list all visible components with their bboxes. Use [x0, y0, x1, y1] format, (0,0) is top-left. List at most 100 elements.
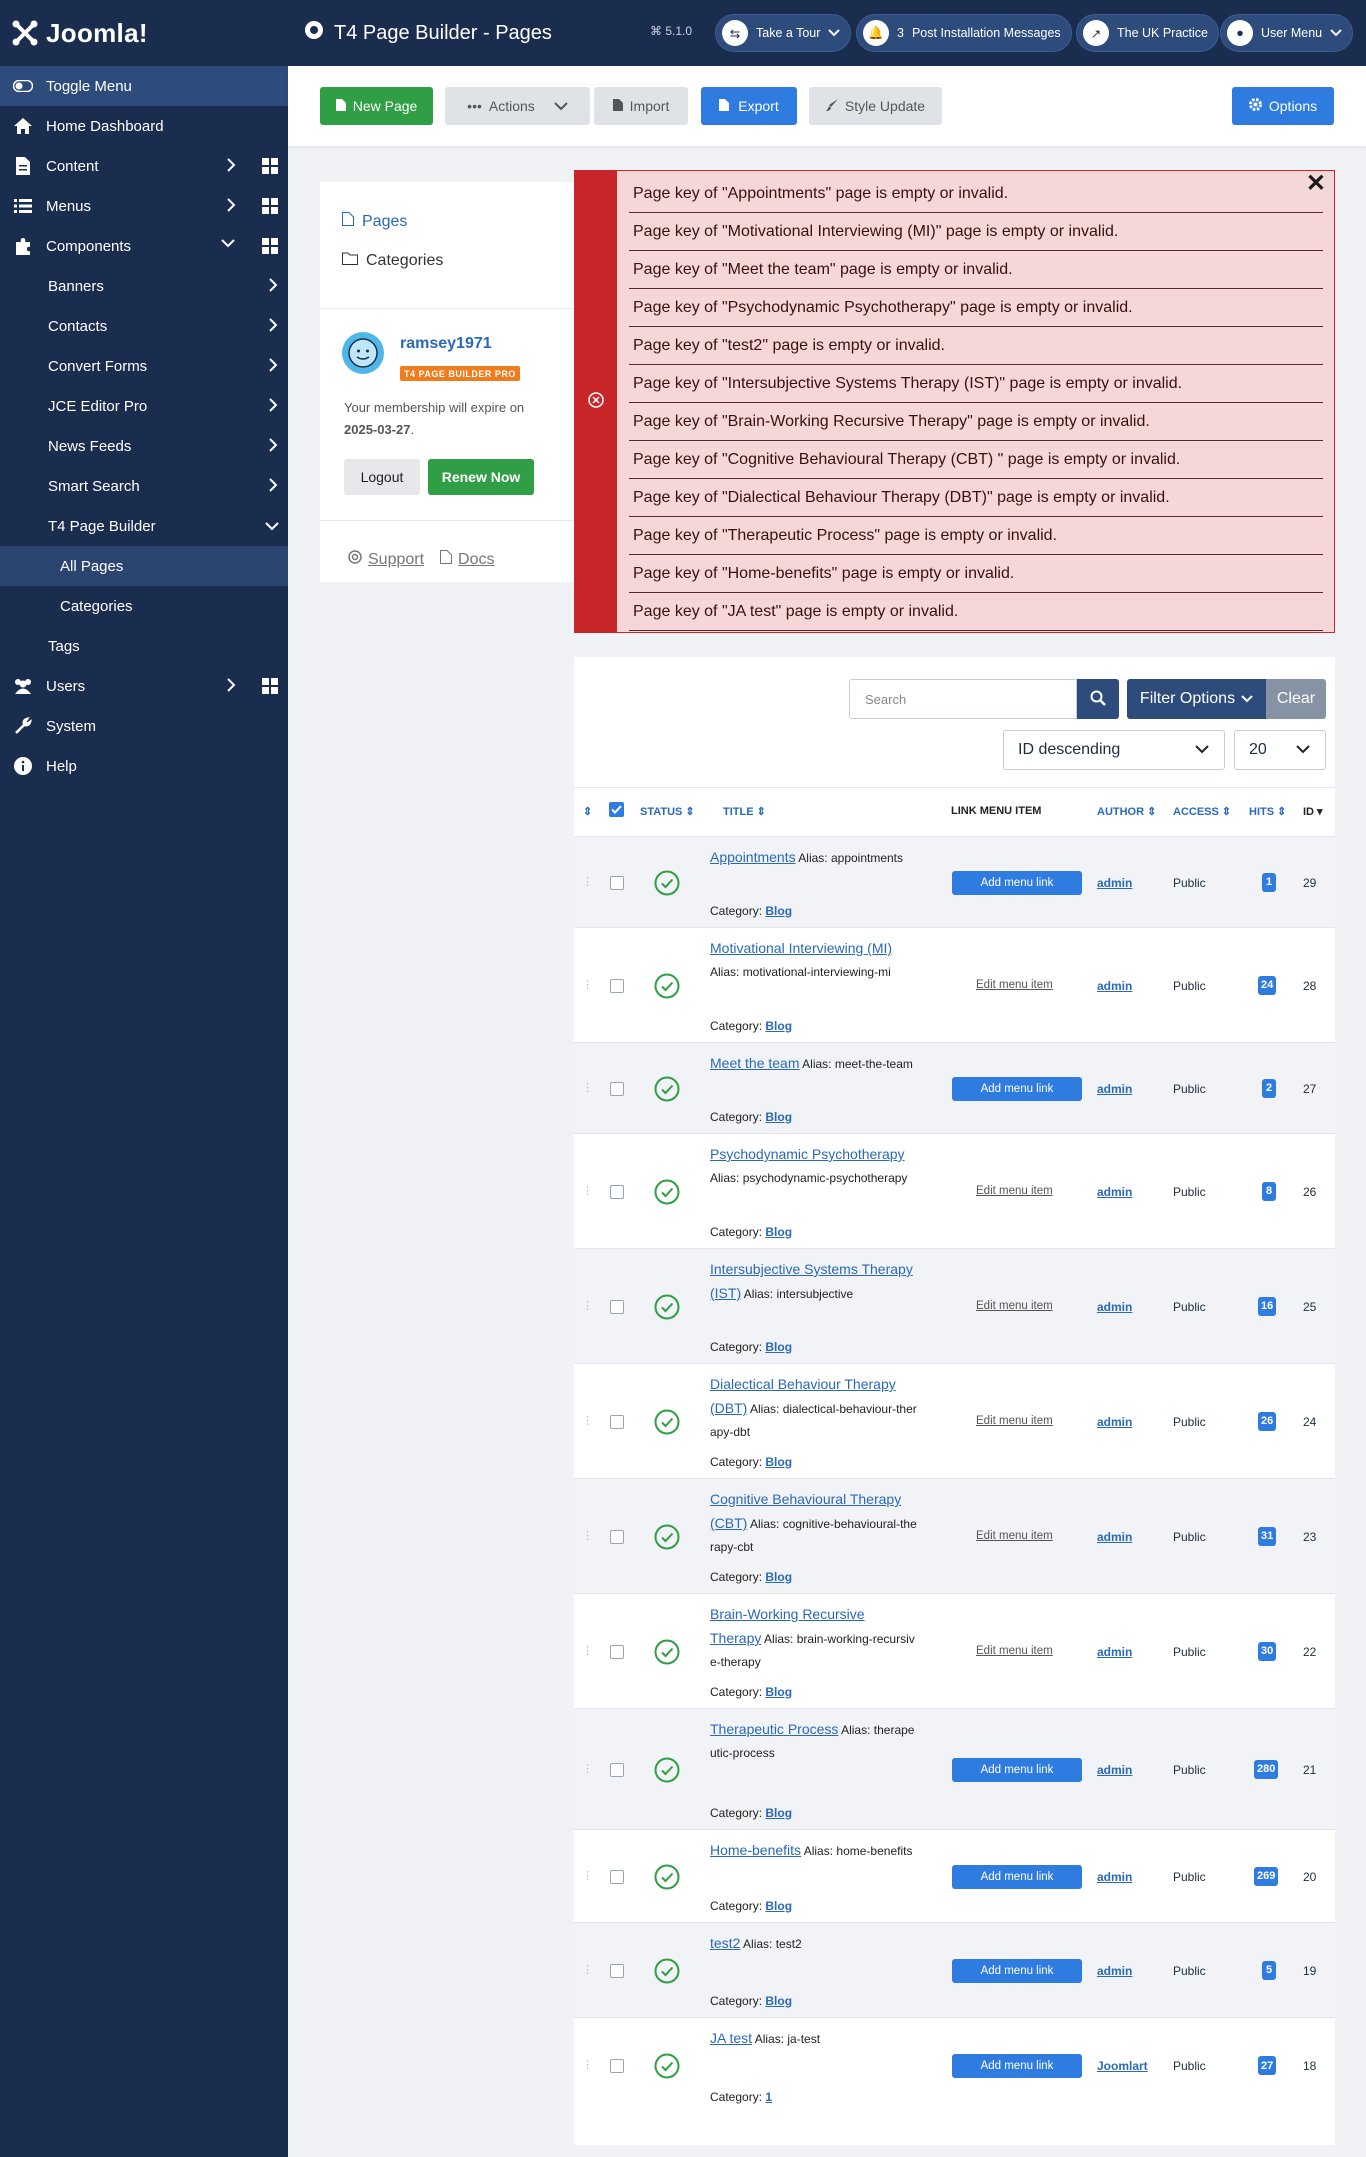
author-link[interactable]: admin: [1097, 1082, 1132, 1096]
sidebar-item-news-feeds[interactable]: News Feeds: [0, 426, 288, 466]
username[interactable]: ramsey1971: [400, 335, 492, 353]
row-checkbox[interactable]: [610, 1184, 624, 1199]
drag-handle-icon[interactable]: ⋮: [582, 1414, 593, 1427]
row-checkbox[interactable]: [610, 1299, 624, 1314]
row-checkbox[interactable]: [610, 1869, 624, 1884]
panel-link-pages[interactable]: Pages: [342, 212, 407, 231]
filter-options-button[interactable]: Filter Options: [1127, 679, 1266, 719]
author-link[interactable]: admin: [1097, 1763, 1132, 1777]
published-check-icon[interactable]: [654, 1409, 680, 1435]
edit-menu-item-link[interactable]: Edit menu item: [976, 1185, 1053, 1197]
dashboard-grid-icon[interactable]: [262, 238, 278, 258]
sidebar-item-components[interactable]: Components: [0, 226, 288, 266]
edit-menu-item-link[interactable]: Edit menu item: [976, 1530, 1053, 1542]
published-check-icon[interactable]: [654, 1524, 680, 1550]
site-link-button[interactable]: ↗ The UK Practice: [1076, 14, 1220, 52]
sidebar-item-content[interactable]: Content: [0, 146, 288, 186]
author-link[interactable]: admin: [1097, 876, 1132, 890]
add-menu-link-button[interactable]: Add menu link: [952, 1958, 1082, 1983]
column-access[interactable]: ACCESS ⇕: [1173, 805, 1231, 819]
published-check-icon[interactable]: [654, 1294, 680, 1320]
sidebar-item-smart-search[interactable]: Smart Search: [0, 466, 288, 506]
drag-handle-icon[interactable]: ⋮: [582, 1529, 593, 1542]
panel-link-categories[interactable]: Categories: [342, 252, 443, 270]
edit-menu-item-link[interactable]: Edit menu item: [976, 1300, 1053, 1312]
author-link[interactable]: admin: [1097, 979, 1132, 993]
author-link[interactable]: admin: [1097, 1964, 1132, 1978]
drag-handle-icon[interactable]: ⋮: [582, 2058, 593, 2071]
import-button[interactable]: Import: [594, 87, 688, 125]
published-check-icon[interactable]: [654, 1864, 680, 1890]
published-check-icon[interactable]: [654, 1179, 680, 1205]
drag-handle-icon[interactable]: ⋮: [582, 1081, 593, 1094]
row-checkbox[interactable]: [610, 1762, 624, 1777]
category-link[interactable]: Blog: [765, 1570, 792, 1584]
author-link[interactable]: Joomlart: [1097, 2059, 1148, 2073]
published-check-icon[interactable]: [654, 1639, 680, 1665]
author-link[interactable]: admin: [1097, 1645, 1132, 1659]
style-update-button[interactable]: Style Update: [809, 87, 942, 125]
page-title-link[interactable]: Meet the team: [710, 1055, 800, 1071]
column-status[interactable]: STATUS ⇕: [640, 805, 695, 819]
joomla-logo[interactable]: Joomla!: [0, 0, 288, 66]
actions-button[interactable]: ••• Actions: [445, 87, 590, 125]
dashboard-grid-icon[interactable]: [262, 678, 278, 698]
row-checkbox[interactable]: [610, 1963, 624, 1978]
page-title-link[interactable]: Psychodynamic Psychotherapy: [710, 1146, 905, 1162]
sidebar-item-menus[interactable]: Menus: [0, 186, 288, 226]
published-check-icon[interactable]: [654, 1958, 680, 1984]
user-menu-button[interactable]: ● User Menu: [1220, 14, 1354, 52]
column-title[interactable]: TITLE ⇕: [723, 805, 766, 819]
author-link[interactable]: admin: [1097, 1185, 1132, 1199]
category-link[interactable]: Blog: [765, 904, 792, 918]
post-installation-messages-button[interactable]: 🔔 3 Post Installation Messages: [856, 14, 1072, 52]
add-menu-link-button[interactable]: Add menu link: [952, 1076, 1082, 1101]
drag-handle-icon[interactable]: ⋮: [582, 875, 593, 888]
edit-menu-item-link[interactable]: Edit menu item: [976, 979, 1053, 991]
page-title-link[interactable]: Appointments: [710, 849, 796, 865]
ordering-sort-icon[interactable]: ⇕: [583, 805, 592, 818]
ordering-select[interactable]: ID descending: [1003, 730, 1225, 770]
column-hits[interactable]: HITS ⇕: [1249, 805, 1286, 819]
published-check-icon[interactable]: [654, 973, 680, 999]
support-link[interactable]: Support: [348, 550, 424, 569]
author-link[interactable]: admin: [1097, 1870, 1132, 1884]
dashboard-grid-icon[interactable]: [262, 198, 278, 218]
category-link[interactable]: Blog: [765, 1806, 792, 1820]
category-link[interactable]: Blog: [765, 1019, 792, 1033]
sidebar-item-jce-editor-pro[interactable]: JCE Editor Pro: [0, 386, 288, 426]
drag-handle-icon[interactable]: ⋮: [582, 1644, 593, 1657]
dashboard-grid-icon[interactable]: [262, 158, 278, 178]
row-checkbox[interactable]: [610, 1081, 624, 1096]
select-all-checkbox[interactable]: [609, 802, 624, 817]
drag-handle-icon[interactable]: ⋮: [582, 978, 593, 991]
edit-menu-item-link[interactable]: Edit menu item: [976, 1645, 1053, 1657]
options-button[interactable]: Options: [1232, 87, 1334, 125]
sidebar-item-help[interactable]: Help: [0, 746, 288, 786]
sidebar-toggle-menu[interactable]: Toggle Menu: [0, 66, 288, 106]
sidebar-item-contacts[interactable]: Contacts: [0, 306, 288, 346]
new-page-button[interactable]: New Page: [320, 87, 433, 125]
page-title-link[interactable]: Home-benefits: [710, 1842, 801, 1858]
drag-handle-icon[interactable]: ⋮: [582, 1184, 593, 1197]
category-link[interactable]: Blog: [765, 1685, 792, 1699]
take-tour-button[interactable]: ⇆ Take a Tour: [715, 14, 852, 52]
row-checkbox[interactable]: [610, 1414, 624, 1429]
add-menu-link-button[interactable]: Add menu link: [952, 1864, 1082, 1889]
column-id[interactable]: ID ▾: [1303, 805, 1323, 819]
search-input[interactable]: Search: [849, 679, 1077, 719]
search-button[interactable]: [1077, 679, 1119, 719]
category-link[interactable]: Blog: [765, 1225, 792, 1239]
sidebar-item-all-pages[interactable]: All Pages: [0, 546, 288, 586]
drag-handle-icon[interactable]: ⋮: [582, 1869, 593, 1882]
row-checkbox[interactable]: [610, 875, 624, 890]
add-menu-link-button[interactable]: Add menu link: [952, 2054, 1082, 2078]
author-link[interactable]: admin: [1097, 1415, 1132, 1429]
page-title-link[interactable]: Motivational Interviewing (MI): [710, 940, 892, 956]
column-author[interactable]: AUTHOR ⇕: [1097, 805, 1156, 819]
clear-button[interactable]: Clear: [1266, 679, 1326, 719]
row-checkbox[interactable]: [610, 1529, 624, 1544]
row-checkbox[interactable]: [610, 2059, 624, 2073]
category-link[interactable]: Blog: [765, 1994, 792, 2008]
drag-handle-icon[interactable]: ⋮: [582, 1762, 593, 1775]
